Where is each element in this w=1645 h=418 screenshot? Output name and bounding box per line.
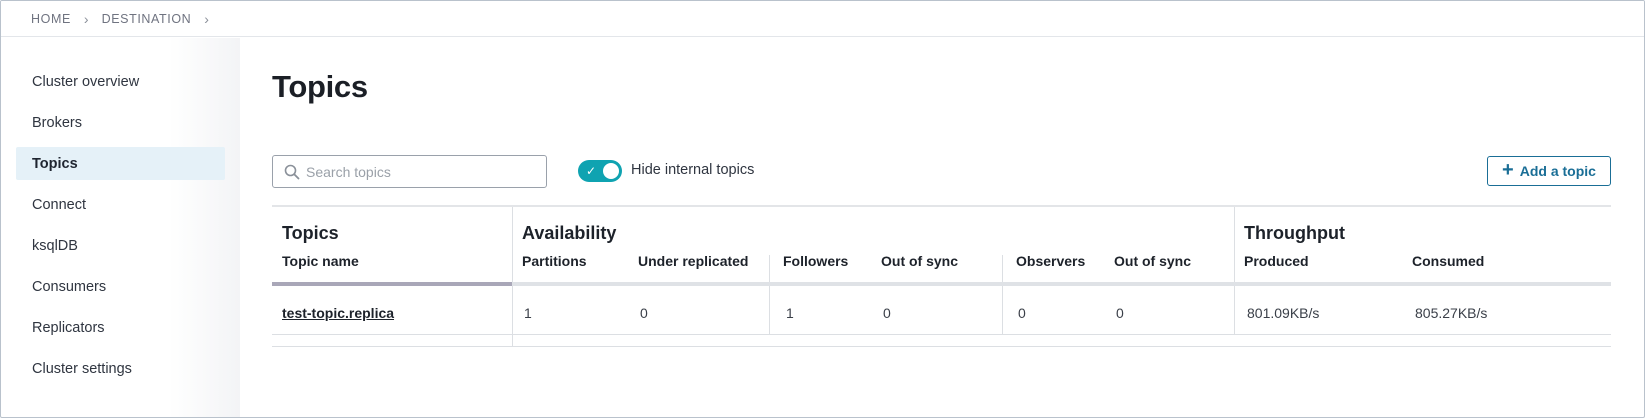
page-title: Topics xyxy=(272,69,368,104)
cell-out-of-sync-followers: 0 xyxy=(883,305,891,321)
check-icon: ✓ xyxy=(586,164,597,178)
breadcrumb-home[interactable]: HOME xyxy=(31,12,71,26)
app-frame: HOME › DESTINATION › Cluster overview Br… xyxy=(0,0,1645,418)
column-header-consumed[interactable]: Consumed xyxy=(1412,253,1484,269)
topics-table: Topics Availability Throughput Topic nam… xyxy=(272,205,1611,347)
plus-icon: + xyxy=(1502,159,1514,181)
breadcrumb-destination[interactable]: DESTINATION xyxy=(102,12,192,26)
column-divider xyxy=(769,255,770,335)
column-header-observers[interactable]: Observers xyxy=(1016,253,1085,269)
sidebar-item-replicators[interactable]: Replicators xyxy=(16,311,225,344)
toggle-knob xyxy=(603,163,619,179)
sort-indicator xyxy=(272,282,512,286)
add-topic-button[interactable]: + Add a topic xyxy=(1487,156,1611,186)
sidebar-item-cluster-overview[interactable]: Cluster overview xyxy=(16,65,225,98)
cell-followers: 1 xyxy=(786,305,794,321)
table-bottom-border xyxy=(272,346,1611,347)
cell-consumed: 805.27KB/s xyxy=(1415,305,1488,321)
row-divider xyxy=(272,334,1611,335)
column-divider xyxy=(512,207,513,347)
sidebar-item-ksqldb[interactable]: ksqlDB xyxy=(16,229,225,262)
breadcrumb: HOME › DESTINATION › xyxy=(1,1,1644,37)
column-header-partitions[interactable]: Partitions xyxy=(522,253,587,269)
column-divider xyxy=(1234,207,1235,335)
column-header-topic-name[interactable]: Topic name xyxy=(282,253,359,269)
group-title-throughput: Throughput xyxy=(1244,223,1345,243)
sidebar-item-connect[interactable]: Connect xyxy=(16,188,225,221)
add-topic-label: Add a topic xyxy=(1519,163,1596,179)
hide-internal-topics-toggle[interactable]: ✓ xyxy=(578,160,622,182)
column-header-out-of-sync-observers[interactable]: Out of sync xyxy=(1114,253,1191,269)
group-title-availability: Availability xyxy=(522,223,617,243)
sidebar-item-cluster-settings[interactable]: Cluster settings xyxy=(16,352,225,385)
group-title-topics: Topics xyxy=(282,223,339,243)
cell-produced: 801.09KB/s xyxy=(1247,305,1320,321)
column-divider xyxy=(1002,255,1003,335)
sidebar-item-topics[interactable]: Topics xyxy=(16,147,225,180)
column-header-under-replicated[interactable]: Under replicated xyxy=(638,253,748,269)
cell-out-of-sync-observers: 0 xyxy=(1116,305,1124,321)
column-header-produced[interactable]: Produced xyxy=(1244,253,1309,269)
table-top-border xyxy=(272,205,1611,207)
column-header-out-of-sync-followers[interactable]: Out of sync xyxy=(881,253,958,269)
cell-partitions: 1 xyxy=(524,305,532,321)
column-header-followers[interactable]: Followers xyxy=(783,253,848,269)
toggle-label: Hide internal topics xyxy=(631,162,755,178)
cell-under-replicated: 0 xyxy=(640,305,648,321)
topic-name-link[interactable]: test-topic.replica xyxy=(282,305,394,321)
sidebar: Cluster overview Brokers Topics Connect … xyxy=(2,38,240,417)
search-input[interactable] xyxy=(306,163,546,180)
cell-observers: 0 xyxy=(1018,305,1026,321)
search-icon xyxy=(284,164,300,180)
sidebar-item-consumers[interactable]: Consumers xyxy=(16,270,225,303)
chevron-right-icon: › xyxy=(83,10,89,27)
chevron-right-icon: › xyxy=(204,10,209,27)
search-box xyxy=(272,155,547,188)
sidebar-item-brokers[interactable]: Brokers xyxy=(16,106,225,139)
